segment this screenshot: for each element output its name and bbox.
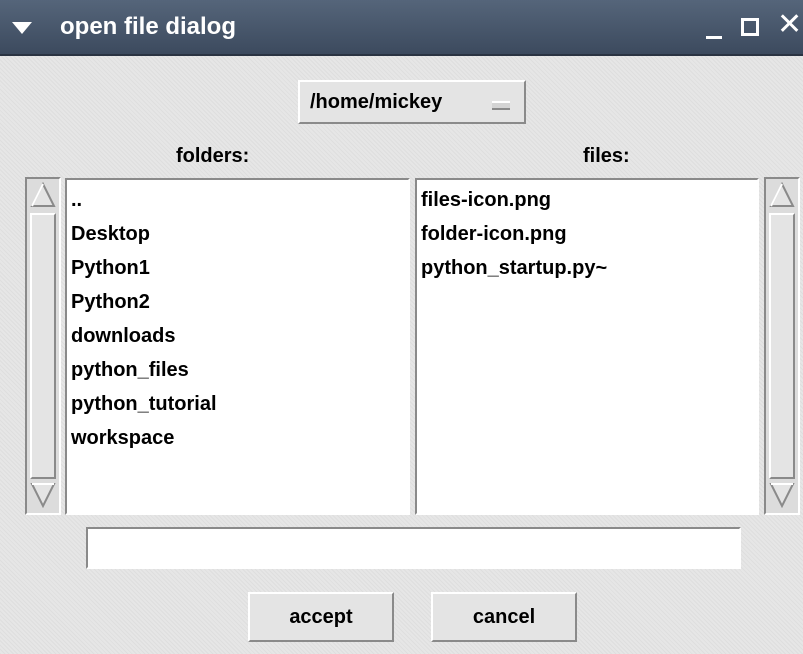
- minimize-icon[interactable]: [706, 36, 722, 39]
- accept-button[interactable]: accept: [248, 592, 394, 642]
- title-bar[interactable]: open file dialog ✕: [0, 0, 803, 56]
- option-menu-indicator-icon: [492, 101, 510, 110]
- folder-item[interactable]: workspace: [71, 426, 174, 450]
- window-title: open file dialog: [60, 13, 237, 40]
- folders-label: folders:: [176, 145, 250, 167]
- scroll-down-arrow-icon[interactable]: [769, 482, 795, 508]
- path-selector-button[interactable]: /home/mickey: [298, 80, 526, 124]
- window-menu-icon[interactable]: [12, 22, 32, 34]
- files-scroll-thumb[interactable]: [769, 213, 795, 479]
- folder-item[interactable]: ..: [71, 188, 82, 212]
- maximize-icon[interactable]: [741, 18, 759, 36]
- files-scrollbar[interactable]: [764, 177, 800, 515]
- path-selector-value: /home/mickey: [310, 91, 443, 113]
- files-listbox[interactable]: files-icon.png folder-icon.png python_st…: [415, 178, 759, 515]
- folders-scroll-thumb[interactable]: [30, 213, 56, 479]
- folder-item[interactable]: Desktop: [71, 222, 150, 246]
- scroll-up-arrow-icon[interactable]: [30, 182, 56, 208]
- file-item[interactable]: files-icon.png: [421, 188, 551, 212]
- file-item[interactable]: python_startup.py~: [421, 256, 607, 280]
- folder-item[interactable]: python_files: [71, 358, 189, 382]
- file-item[interactable]: folder-icon.png: [421, 222, 567, 246]
- files-label: files:: [583, 145, 630, 167]
- folder-item[interactable]: downloads: [71, 324, 175, 348]
- folders-listbox[interactable]: .. Desktop Python1 Python2 downloads pyt…: [65, 178, 410, 515]
- folder-item[interactable]: python_tutorial: [71, 392, 217, 416]
- close-icon[interactable]: ✕: [777, 10, 802, 40]
- folders-scrollbar[interactable]: [25, 177, 61, 515]
- scroll-down-arrow-icon[interactable]: [30, 482, 56, 508]
- open-file-dialog: open file dialog ✕ /home/mickey folders:…: [0, 0, 803, 654]
- folder-item[interactable]: Python1: [71, 256, 150, 280]
- scroll-up-arrow-icon[interactable]: [769, 182, 795, 208]
- filename-entry[interactable]: [86, 527, 741, 569]
- cancel-button[interactable]: cancel: [431, 592, 577, 642]
- folder-item[interactable]: Python2: [71, 290, 150, 314]
